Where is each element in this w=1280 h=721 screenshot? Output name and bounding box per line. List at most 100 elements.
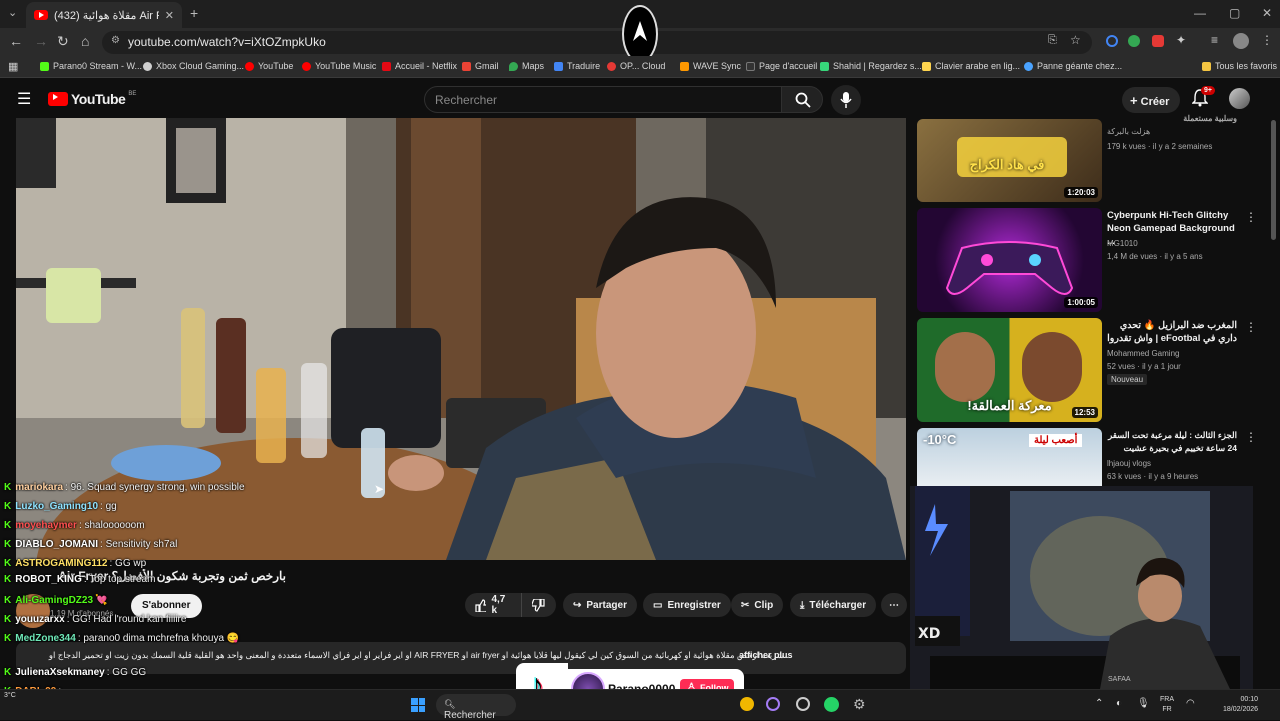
minimize-icon[interactable]: —	[1194, 6, 1206, 20]
bookmark-label: WAVE Sync	[693, 61, 742, 71]
bookmark-13[interactable]: Panne géante chez...	[1024, 61, 1122, 71]
tab-close-icon[interactable]: ✕	[165, 9, 174, 22]
kebab-menu-icon[interactable]: ⋮	[1245, 320, 1257, 334]
bookmark-6[interactable]: Maps	[509, 61, 544, 71]
install-app-icon[interactable]: ⎘	[1048, 34, 1057, 47]
windows-start-icon[interactable]	[411, 698, 425, 712]
bookmark-all[interactable]: Tous les favoris	[1202, 61, 1277, 71]
recommendation-thumbnail[interactable]: معركة العمالقة! 12:53	[917, 318, 1102, 422]
recommendation-title[interactable]: وسلبية مستعملة	[1107, 112, 1237, 125]
whatsapp-icon[interactable]	[824, 697, 839, 712]
recommendation-meta: 179 k vues · il y a 2 semaines	[1107, 142, 1213, 151]
clock-time: 00:10	[1240, 696, 1259, 703]
chat-username: ROBOT_KING	[15, 574, 82, 585]
create-button[interactable]: + Créer	[1122, 87, 1180, 113]
media-controls-icon[interactable]: ≡	[1211, 33, 1218, 47]
hamburger-menu-icon[interactable]: ☰	[17, 89, 31, 109]
bookmark-icon	[820, 61, 829, 71]
like-button[interactable]: 4,7 k	[465, 593, 521, 617]
profile-avatar-icon[interactable]	[1233, 33, 1249, 49]
voice-search-button[interactable]	[831, 85, 861, 115]
chat-username: DIABLO_JOMANI	[15, 539, 99, 550]
search-input[interactable]: Rechercher	[424, 86, 782, 113]
account-avatar[interactable]	[1229, 88, 1250, 109]
recommendation-channel[interactable]: lhjaouj vlogs	[1107, 458, 1257, 469]
taskbar-app-icon[interactable]	[766, 697, 780, 711]
settings-gear-icon[interactable]: ⚙	[853, 696, 866, 713]
new-tab-icon[interactable]: +	[190, 5, 198, 21]
notifications-button[interactable]: 9+	[1191, 86, 1215, 112]
browser-menu-icon[interactable]: ⋮	[1261, 33, 1273, 47]
bookmark-5[interactable]: Gmail	[462, 61, 499, 71]
recommendation-thumbnail[interactable]: 1:00:05	[917, 208, 1102, 312]
kick-badge-icon: K	[4, 501, 12, 512]
bookmark-8[interactable]: OP... Cloud	[607, 61, 665, 71]
extension-red-icon[interactable]	[1152, 35, 1164, 47]
back-icon[interactable]: ←	[9, 33, 23, 49]
extension-green-icon[interactable]	[1128, 35, 1140, 47]
bookmark-1[interactable]: Xbox Cloud Gaming...	[143, 61, 244, 71]
dislike-button[interactable]	[521, 593, 556, 617]
bookmark-9[interactable]: WAVE Sync	[680, 61, 741, 71]
chat-text: 💘	[95, 595, 108, 606]
bookmark-3[interactable]: YouTube Music	[302, 61, 376, 71]
recommendation-thumbnail[interactable]: -10°C أصعب ليلة	[917, 428, 1102, 486]
bookmark-12[interactable]: Clavier arabe en lig...	[922, 61, 1020, 71]
recommendation-channel[interactable]: MG1010	[1107, 238, 1257, 249]
weather-temp[interactable]: 3°C	[4, 692, 16, 699]
tab-search-icon[interactable]: ⌄	[8, 6, 17, 19]
recommendation-title[interactable]: المغرب ضد البرازيل 🔥 تحدي داري في eFootb…	[1107, 319, 1237, 345]
language-indicator[interactable]: FRA FR	[1160, 695, 1174, 715]
share-button[interactable]: ↪ Partager	[563, 593, 637, 617]
youtube-header: ☰ YouTube BE Rechercher + Créer 9+	[0, 79, 1280, 119]
bookmark-4[interactable]: Accueil - Netflix	[382, 61, 457, 71]
youtube-logo[interactable]: YouTube BE	[48, 91, 136, 107]
network-icon[interactable]: ◐	[1116, 698, 1122, 709]
tray-chevron-icon[interactable]: ⌃	[1095, 698, 1103, 709]
home-icon[interactable]: ⌂	[81, 33, 89, 49]
forward-icon[interactable]: →	[34, 33, 48, 49]
bookmark-star-icon[interactable]: ☆	[1070, 33, 1081, 47]
bookmark-10[interactable]: Page d'accueil	[746, 61, 817, 71]
tab-title: (432) مقلاة هوائية Air Fryer	[54, 9, 159, 22]
download-button[interactable]: ⤓ Télécharger	[790, 593, 877, 617]
clock[interactable]: 00:10 18/02/2026	[1223, 695, 1258, 715]
page-scrollbar[interactable]	[1271, 120, 1276, 240]
apps-grid-icon[interactable]: ▦	[8, 60, 18, 73]
browser-tab-active[interactable]: (432) مقلاة هوائية Air Fryer ✕	[26, 2, 182, 28]
site-info-icon[interactable]: ⚙	[111, 35, 120, 46]
microphone-tray-icon[interactable]: 🎙︎	[1137, 698, 1150, 709]
taskbar-app-icon[interactable]	[796, 697, 810, 711]
reload-icon[interactable]: ↻	[57, 33, 69, 50]
clip-button[interactable]: ✂ Clip	[731, 593, 784, 617]
thumbnail-overlay-text: أصعب ليلة	[1029, 434, 1083, 447]
save-button[interactable]: ▭ Enregistrer	[643, 593, 731, 617]
video-player[interactable]: ➤	[16, 118, 906, 560]
chat-text: : shaloooooom	[78, 520, 145, 531]
recommendation-title[interactable]: الجزء الثالث : ليلة مرعبة تحت السقر 24 س…	[1107, 429, 1237, 455]
clock-date: 18/02/2026	[1223, 706, 1259, 713]
window-close-icon[interactable]: ✕	[1262, 6, 1272, 20]
bookmark-7[interactable]: Traduire	[554, 61, 600, 71]
chat-message: Kyouuzarxx: GG! Had l'round kan fiiiire	[4, 614, 186, 625]
search-button[interactable]	[781, 86, 823, 113]
kebab-menu-icon[interactable]: ⋮	[1245, 430, 1257, 444]
extensions-puzzle-icon[interactable]: ✦	[1176, 33, 1186, 47]
bookmark-0[interactable]: Parano0 Stream - W...	[40, 61, 142, 71]
taskbar-search[interactable]: 🔍︎ Rechercher	[436, 694, 516, 721]
taskbar-app-icon[interactable]	[740, 697, 754, 711]
recommendation-thumbnail[interactable]: في هاد الكراج 1:20:03	[917, 119, 1102, 202]
address-bar[interactable]: ⚙ youtube.com/watch?v=iXtOZmpkUko ⎘ ☆	[102, 31, 1092, 54]
recommendation-channel[interactable]: هزلت بالبركة	[1107, 126, 1257, 137]
extension-c-icon[interactable]	[1106, 35, 1118, 47]
show-more-link[interactable]: afficher plus	[739, 650, 793, 660]
wifi-icon[interactable]: ◠	[1186, 698, 1195, 709]
bookmark-11[interactable]: Shahid | Regardez s...	[820, 61, 922, 71]
kebab-menu-icon[interactable]: ⋮	[1245, 210, 1257, 224]
description-box[interactable]: ...شريت ارخص مقلاة هوائية او كهربائية من…	[16, 642, 906, 674]
bookmark-2[interactable]: YouTube	[245, 61, 293, 71]
maximize-icon[interactable]: ▢	[1229, 6, 1240, 20]
more-actions-button[interactable]: ⋯	[881, 593, 907, 617]
recommendation-channel[interactable]: Mohammed Gaming	[1107, 348, 1257, 359]
taskbar-search-label: Rechercher	[444, 710, 496, 721]
